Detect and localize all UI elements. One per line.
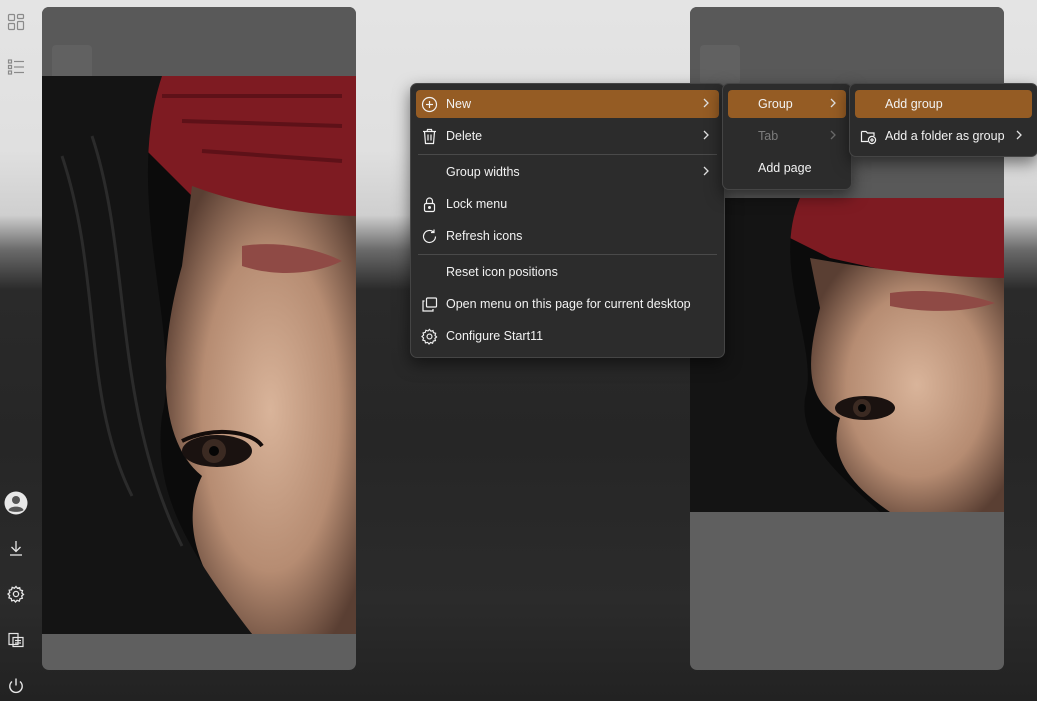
chevron-right-icon bbox=[830, 98, 836, 108]
menu-item-lock-menu[interactable]: Lock menu bbox=[416, 190, 719, 218]
menu-item-add-group[interactable]: Add group bbox=[855, 90, 1032, 118]
menu-item-label: Add page bbox=[758, 161, 812, 175]
plus-circle-icon bbox=[420, 95, 438, 113]
power-icon[interactable] bbox=[6, 676, 26, 696]
chevron-right-icon bbox=[703, 98, 709, 108]
new-submenu: Group Tab Add page bbox=[722, 83, 852, 190]
menu-item-label: Delete bbox=[446, 129, 483, 143]
menu-item-label: Group bbox=[758, 97, 793, 111]
list-view-icon[interactable] bbox=[6, 57, 26, 77]
menu-item-label: Group widths bbox=[446, 165, 520, 179]
settings-icon[interactable] bbox=[6, 584, 26, 604]
menu-item-new[interactable]: New bbox=[416, 90, 719, 118]
portrait-image bbox=[690, 198, 1004, 512]
menu-item-refresh-icons[interactable]: Refresh icons bbox=[416, 222, 719, 250]
all-apps-icon[interactable] bbox=[6, 12, 26, 32]
chevron-right-icon bbox=[703, 130, 709, 140]
downloads-icon[interactable] bbox=[6, 538, 26, 558]
ghost-tile bbox=[700, 45, 740, 85]
menu-item-label: Lock menu bbox=[446, 197, 508, 211]
menu-item-group[interactable]: Group bbox=[728, 90, 846, 118]
menu-item-label: Open menu on this page for current deskt… bbox=[446, 297, 691, 311]
portrait-image bbox=[42, 76, 356, 634]
refresh-icon bbox=[420, 227, 438, 245]
left-rail bbox=[0, 0, 32, 701]
tile-panel-left bbox=[42, 7, 356, 670]
menu-item-configure-start11[interactable]: Configure Start11 bbox=[416, 322, 719, 350]
menu-item-label: Tab bbox=[758, 129, 779, 143]
chevron-right-icon bbox=[830, 130, 836, 140]
group-submenu: Add group Add a folder as group bbox=[849, 83, 1037, 157]
menu-item-label: New bbox=[446, 97, 472, 111]
menu-item-open-menu-on-page[interactable]: Open menu on this page for current deskt… bbox=[416, 290, 719, 318]
menu-item-label: Refresh icons bbox=[446, 229, 523, 243]
file-explorer-icon[interactable] bbox=[6, 630, 26, 650]
menu-separator bbox=[418, 154, 717, 155]
menu-separator bbox=[418, 254, 717, 255]
chevron-right-icon bbox=[1016, 130, 1022, 140]
menu-item-label: Reset icon positions bbox=[446, 265, 558, 279]
context-menu: New Delete Group widths Lock menu Refres… bbox=[410, 83, 725, 358]
menu-item-group-widths[interactable]: Group widths bbox=[416, 158, 719, 186]
copy-window-icon bbox=[420, 295, 438, 313]
menu-item-label: Add a folder as group bbox=[885, 129, 1005, 143]
user-avatar-icon[interactable] bbox=[4, 491, 28, 515]
trash-icon bbox=[420, 127, 438, 145]
chevron-right-icon bbox=[703, 166, 709, 176]
menu-item-label: Configure Start11 bbox=[446, 329, 544, 343]
menu-item-delete[interactable]: Delete bbox=[416, 122, 719, 150]
menu-item-add-page[interactable]: Add page bbox=[728, 154, 846, 182]
menu-item-add-folder-as-group[interactable]: Add a folder as group bbox=[855, 122, 1032, 150]
lock-icon bbox=[420, 195, 438, 213]
menu-item-tab[interactable]: Tab bbox=[728, 122, 846, 150]
menu-item-label: Add group bbox=[885, 97, 943, 111]
folder-add-icon bbox=[859, 127, 877, 145]
gear-icon bbox=[420, 327, 438, 345]
menu-item-reset-icon-positions[interactable]: Reset icon positions bbox=[416, 258, 719, 286]
